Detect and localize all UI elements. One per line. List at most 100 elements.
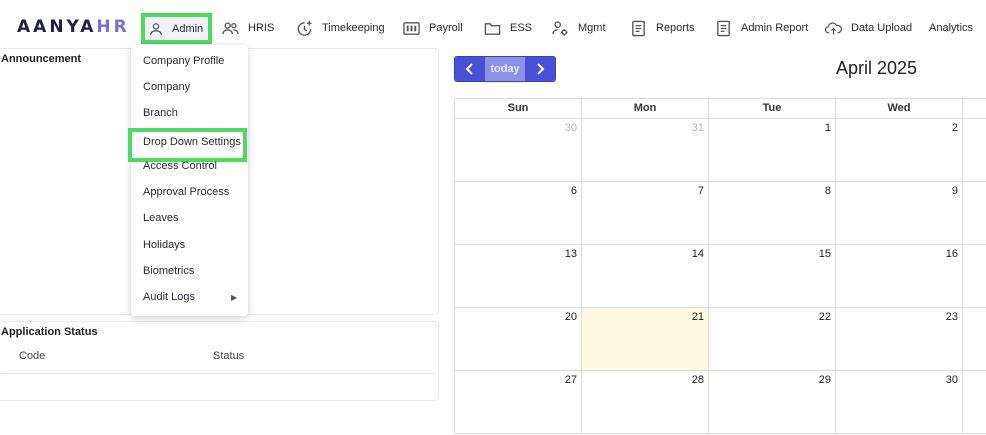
calendar-day[interactable]: 16	[835, 244, 963, 308]
calendar-day-today[interactable]: 21	[581, 307, 709, 371]
day-number[interactable]: 20	[565, 311, 577, 323]
day-number[interactable]: 6	[571, 185, 577, 197]
column-header-code[interactable]: Code	[19, 350, 45, 362]
calendar-day-partial[interactable]	[962, 118, 986, 182]
day-number[interactable]: 15	[819, 248, 831, 260]
menu-item-access-control[interactable]: Access Control	[143, 160, 217, 172]
day-number[interactable]: 22	[819, 311, 831, 323]
day-number[interactable]: 9	[952, 185, 958, 197]
calendar-day[interactable]: 31	[581, 118, 709, 182]
application-status-panel: Application Status Code Status	[0, 321, 439, 401]
menu-item-leaves[interactable]: Leaves	[143, 212, 178, 224]
calendar-day[interactable]: 8	[708, 181, 836, 245]
calendar-day[interactable]: 9	[835, 181, 963, 245]
day-number[interactable]: 1	[825, 122, 831, 134]
nav-admin-report[interactable]: Admin Report	[715, 14, 808, 42]
calendar-day[interactable]: 15	[708, 244, 836, 308]
menu-item-holidays[interactable]: Holidays	[143, 239, 185, 251]
day-number[interactable]: 27	[565, 374, 577, 386]
day-number[interactable]: 16	[946, 248, 958, 260]
announcement-title: Announcement	[1, 53, 82, 65]
weekday-header: Sun	[454, 98, 582, 119]
day-number[interactable]: 23	[946, 311, 958, 323]
calendar-day[interactable]: 30	[454, 118, 582, 182]
user-gear-icon	[552, 20, 568, 36]
admin-dropdown-menu: Company Profile Company Branch Drop Down Se…	[128, 45, 248, 316]
calendar-today-button[interactable]: today	[485, 57, 525, 81]
day-number[interactable]: 31	[692, 122, 704, 134]
nav-label: Payroll	[429, 22, 463, 34]
nav-label: Reports	[656, 22, 695, 34]
nav-mgmt[interactable]: Mgmt	[552, 14, 606, 42]
calendar-day-partial[interactable]	[962, 244, 986, 308]
nav-label: Admin	[172, 22, 204, 35]
nav-ess[interactable]: ESS	[484, 14, 532, 42]
nav-analytics[interactable]: Analytics	[929, 14, 973, 42]
menu-item-company-profile[interactable]: Company Profile	[143, 55, 224, 67]
calculator-icon	[403, 21, 420, 35]
header-divider	[1, 373, 434, 374]
day-number[interactable]: 14	[692, 248, 704, 260]
user-icon	[150, 22, 162, 35]
calendar-day-partial[interactable]	[962, 307, 986, 371]
day-number[interactable]: 2	[952, 122, 958, 134]
calendar-day[interactable]: 13	[454, 244, 582, 308]
nav-hris[interactable]: HRIS	[222, 14, 274, 42]
nav-label: Timekeeping	[322, 22, 385, 34]
day-number[interactable]: 21	[692, 311, 704, 323]
menu-item-company[interactable]: Company	[143, 81, 190, 93]
menu-item-biometrics[interactable]: Biometrics	[143, 265, 194, 277]
nav-timekeeping[interactable]: Timekeeping	[296, 14, 385, 42]
calendar-nav-group: today	[454, 56, 556, 82]
document-icon	[632, 20, 645, 36]
calendar-day[interactable]: 28	[581, 370, 709, 434]
menu-item-approval-process[interactable]: Approval Process	[143, 186, 229, 198]
calendar-day[interactable]: 20	[454, 307, 582, 371]
column-header-status[interactable]: Status	[213, 350, 244, 362]
calendar-day[interactable]: 27	[454, 370, 582, 434]
brand-logo[interactable]: AANYAHR	[17, 17, 130, 37]
application-status-title: Application Status	[1, 326, 98, 338]
folder-icon	[484, 22, 501, 35]
nav-label: HRIS	[248, 22, 275, 34]
day-number[interactable]: 13	[565, 248, 577, 260]
weekday-header: Wed	[835, 98, 963, 119]
document-icon	[717, 20, 730, 36]
nav-label: ESS	[510, 22, 533, 34]
calendar-day[interactable]: 23	[835, 307, 963, 371]
users-icon	[222, 22, 239, 34]
day-number[interactable]: 7	[698, 185, 704, 197]
chevron-right-icon	[537, 63, 545, 75]
calendar-day[interactable]: 2	[835, 118, 963, 182]
menu-item-branch[interactable]: Branch	[143, 107, 178, 119]
calendar-day[interactable]: 1	[708, 118, 836, 182]
calendar-day-partial[interactable]	[962, 181, 986, 245]
nav-data-upload[interactable]: Data Upload	[825, 14, 912, 42]
nav-label: Mgmt	[578, 22, 606, 34]
weekday-header-partial	[962, 98, 986, 119]
weekday-header: Mon	[581, 98, 709, 119]
calendar-day[interactable]: 22	[708, 307, 836, 371]
chevron-left-icon	[465, 63, 473, 75]
menu-item-audit-logs[interactable]: Audit Logs	[143, 291, 195, 303]
calendar-day[interactable]: 14	[581, 244, 709, 308]
day-number[interactable]: 29	[819, 374, 831, 386]
calendar-title: April 2025	[836, 58, 918, 78]
weekday-header: Tue	[708, 98, 836, 119]
nav-payroll[interactable]: Payroll	[403, 14, 463, 42]
day-number[interactable]: 30	[565, 122, 577, 134]
calendar-day[interactable]: 6	[454, 181, 582, 245]
nav-admin[interactable]: Admin	[141, 13, 212, 44]
day-number[interactable]: 30	[946, 374, 958, 386]
calendar-day-partial[interactable]	[962, 370, 986, 434]
submenu-arrow-icon: ▶	[231, 293, 238, 302]
calendar-day[interactable]: 7	[581, 181, 709, 245]
calendar-day[interactable]: 29	[708, 370, 836, 434]
calendar-prev-button[interactable]	[455, 57, 485, 81]
calendar-next-button[interactable]	[525, 57, 555, 81]
nav-reports[interactable]: Reports	[630, 14, 695, 42]
menu-item-drop-down-settings[interactable]: Drop Down Settings	[128, 128, 247, 162]
day-number[interactable]: 28	[692, 374, 704, 386]
day-number[interactable]: 8	[825, 185, 831, 197]
calendar-day[interactable]: 30	[835, 370, 963, 434]
